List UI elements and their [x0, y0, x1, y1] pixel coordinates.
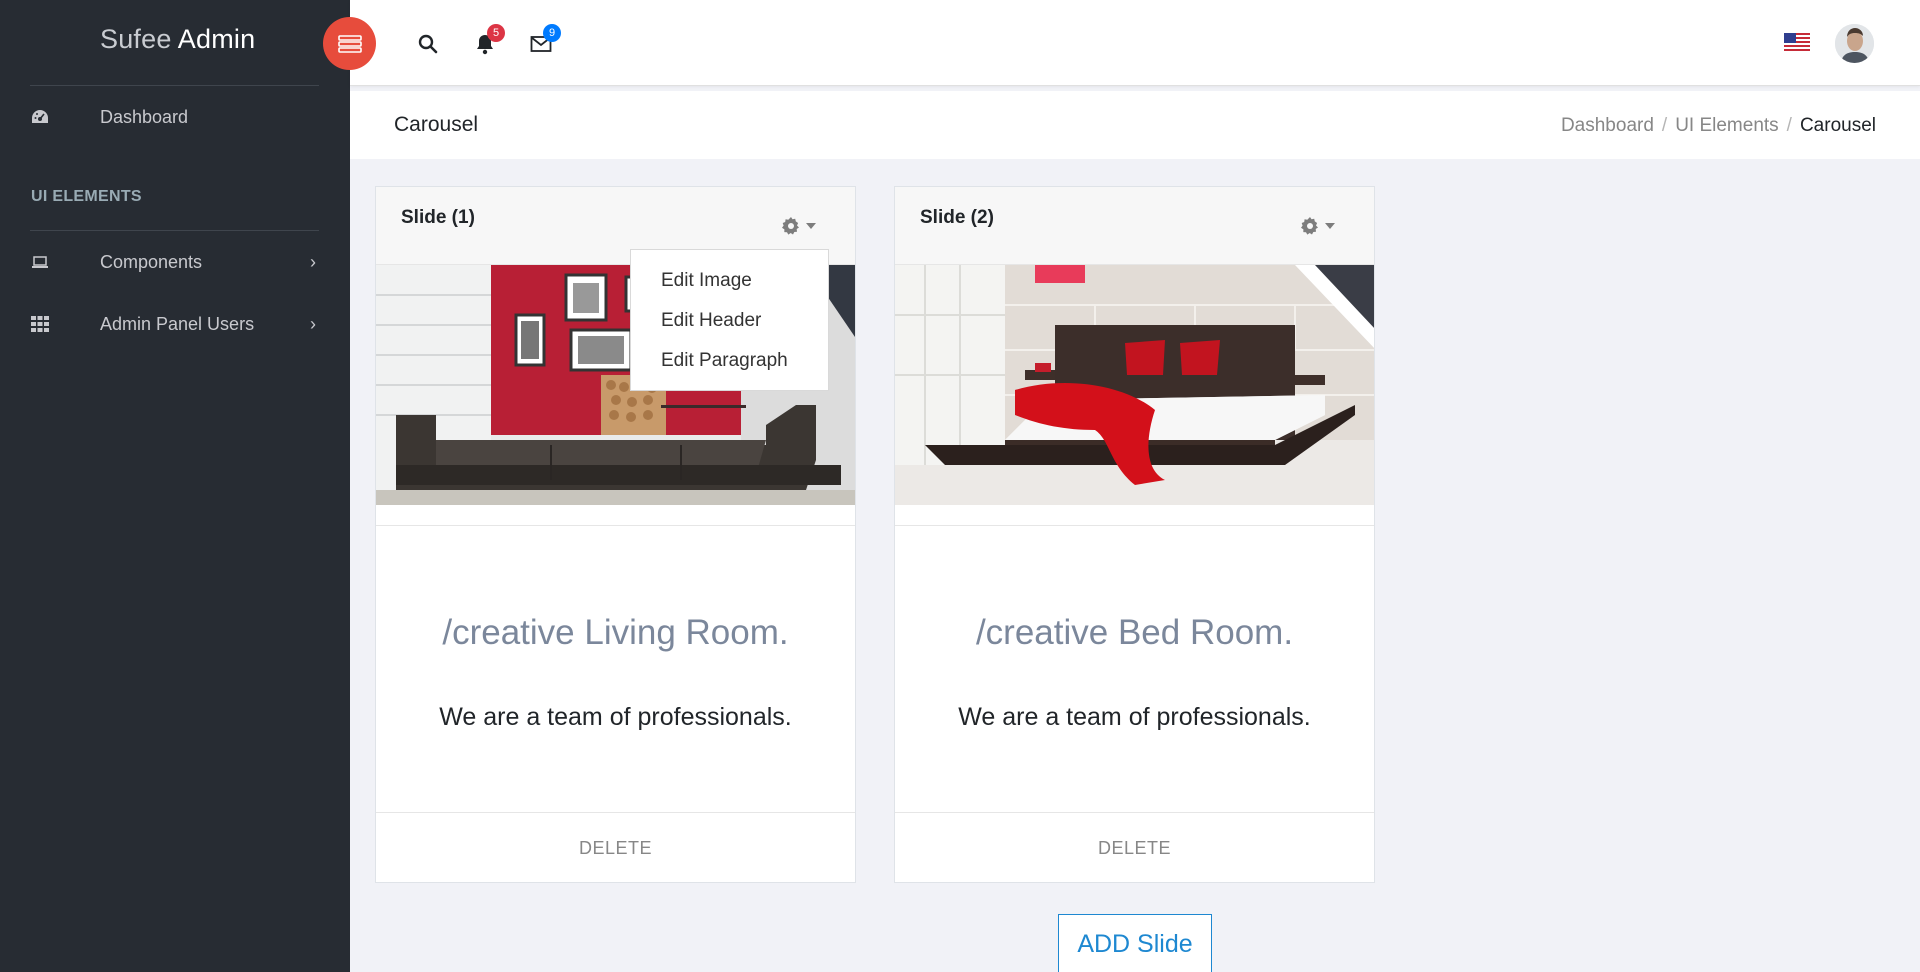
breadcrumb-link-ui-elements[interactable]: UI Elements [1675, 115, 1778, 137]
search-button[interactable] [416, 32, 440, 56]
slide-heading: /creative Bed Room. [975, 613, 1294, 652]
page-title-bar: Carousel Dashboard / UI Elements / Carou… [350, 91, 1920, 159]
sidebar-divider [30, 85, 319, 86]
menu-item-edit-paragraph[interactable]: Edit Paragraph [661, 350, 788, 372]
laptop-icon [30, 252, 50, 272]
chevron-right-icon: › [310, 251, 316, 272]
sidebar-item-admin-panel-users[interactable]: Admin Panel Users › [0, 304, 350, 344]
gear-icon [1301, 217, 1318, 235]
breadcrumb-separator: / [1661, 115, 1668, 136]
menu-item-edit-header[interactable]: Edit Header [661, 310, 761, 332]
divider [376, 525, 855, 526]
slide-settings-dropdown-toggle[interactable] [782, 217, 816, 235]
brand-logo[interactable]: Sufee Admin [100, 24, 255, 55]
slide-title: Slide (2) [920, 207, 994, 228]
slide-settings-dropdown-toggle[interactable] [1301, 217, 1335, 235]
slide-paragraph: We are a team of professionals. [439, 703, 792, 731]
menu-item-edit-image[interactable]: Edit Image [661, 270, 752, 292]
sidebar-divider [30, 230, 319, 231]
caret-down-icon [1325, 223, 1335, 229]
slide-paragraph: We are a team of professionals. [958, 703, 1311, 731]
top-header [350, 0, 1920, 86]
sidebar-item-components[interactable]: Components › [0, 242, 350, 282]
user-photo-icon [1835, 24, 1874, 63]
divider [895, 525, 1374, 526]
card-footer: DELETE [895, 812, 1374, 884]
chevron-right-icon: › [310, 313, 316, 334]
breadcrumb-current: Carousel [1799, 115, 1876, 136]
breadcrumb-separator: / [1786, 115, 1792, 136]
sidebar: Sufee Admin Dashboard UI ELEMENTS Compon… [0, 0, 350, 972]
card-footer: DELETE [376, 812, 855, 884]
dashboard-icon [30, 107, 50, 127]
breadcrumb-link-dashboard[interactable]: Dashboard [1561, 115, 1654, 137]
page-title: Carousel [394, 113, 479, 136]
user-avatar[interactable] [1835, 24, 1874, 63]
notifications-button[interactable]: 5 [473, 24, 505, 56]
sidebar-item-label: Components [100, 251, 203, 272]
menu-icon [337, 34, 362, 53]
slide-title: Slide (1) [401, 207, 475, 228]
grid-icon [30, 314, 50, 334]
menu-toggle-button[interactable] [323, 17, 376, 70]
card-header: Slide (2) [895, 187, 1374, 265]
us-flag-icon[interactable] [1784, 33, 1810, 53]
slide-settings-menu: Edit Image Edit Header Edit Paragraph [630, 249, 829, 391]
search-icon [418, 34, 438, 54]
slide-heading: /creative Living Room. [442, 613, 789, 652]
breadcrumb: Dashboard / UI Elements / Carousel [1561, 115, 1876, 137]
slide-image-bed-room [895, 265, 1374, 505]
sidebar-section-heading: UI ELEMENTS [31, 188, 142, 205]
message-count-badge: 9 [543, 24, 561, 42]
gear-icon [782, 217, 799, 235]
brand-light-text: Sufee [100, 24, 172, 54]
delete-slide-button[interactable]: DELETE [579, 838, 652, 859]
add-slide-button[interactable]: ADD Slide [1058, 914, 1212, 972]
caret-down-icon [806, 223, 816, 229]
delete-slide-button[interactable]: DELETE [1098, 838, 1171, 859]
messages-button[interactable]: 9 [529, 24, 561, 56]
notification-count-badge: 5 [487, 24, 505, 42]
sidebar-item-label: Dashboard [100, 106, 189, 127]
brand-bold-text: Admin [177, 24, 256, 54]
slide-card: Slide (2) /creative Bed Room. We are a t… [894, 186, 1375, 883]
sidebar-item-dashboard[interactable]: Dashboard [0, 97, 350, 137]
sidebar-item-label: Admin Panel Users [100, 313, 255, 334]
